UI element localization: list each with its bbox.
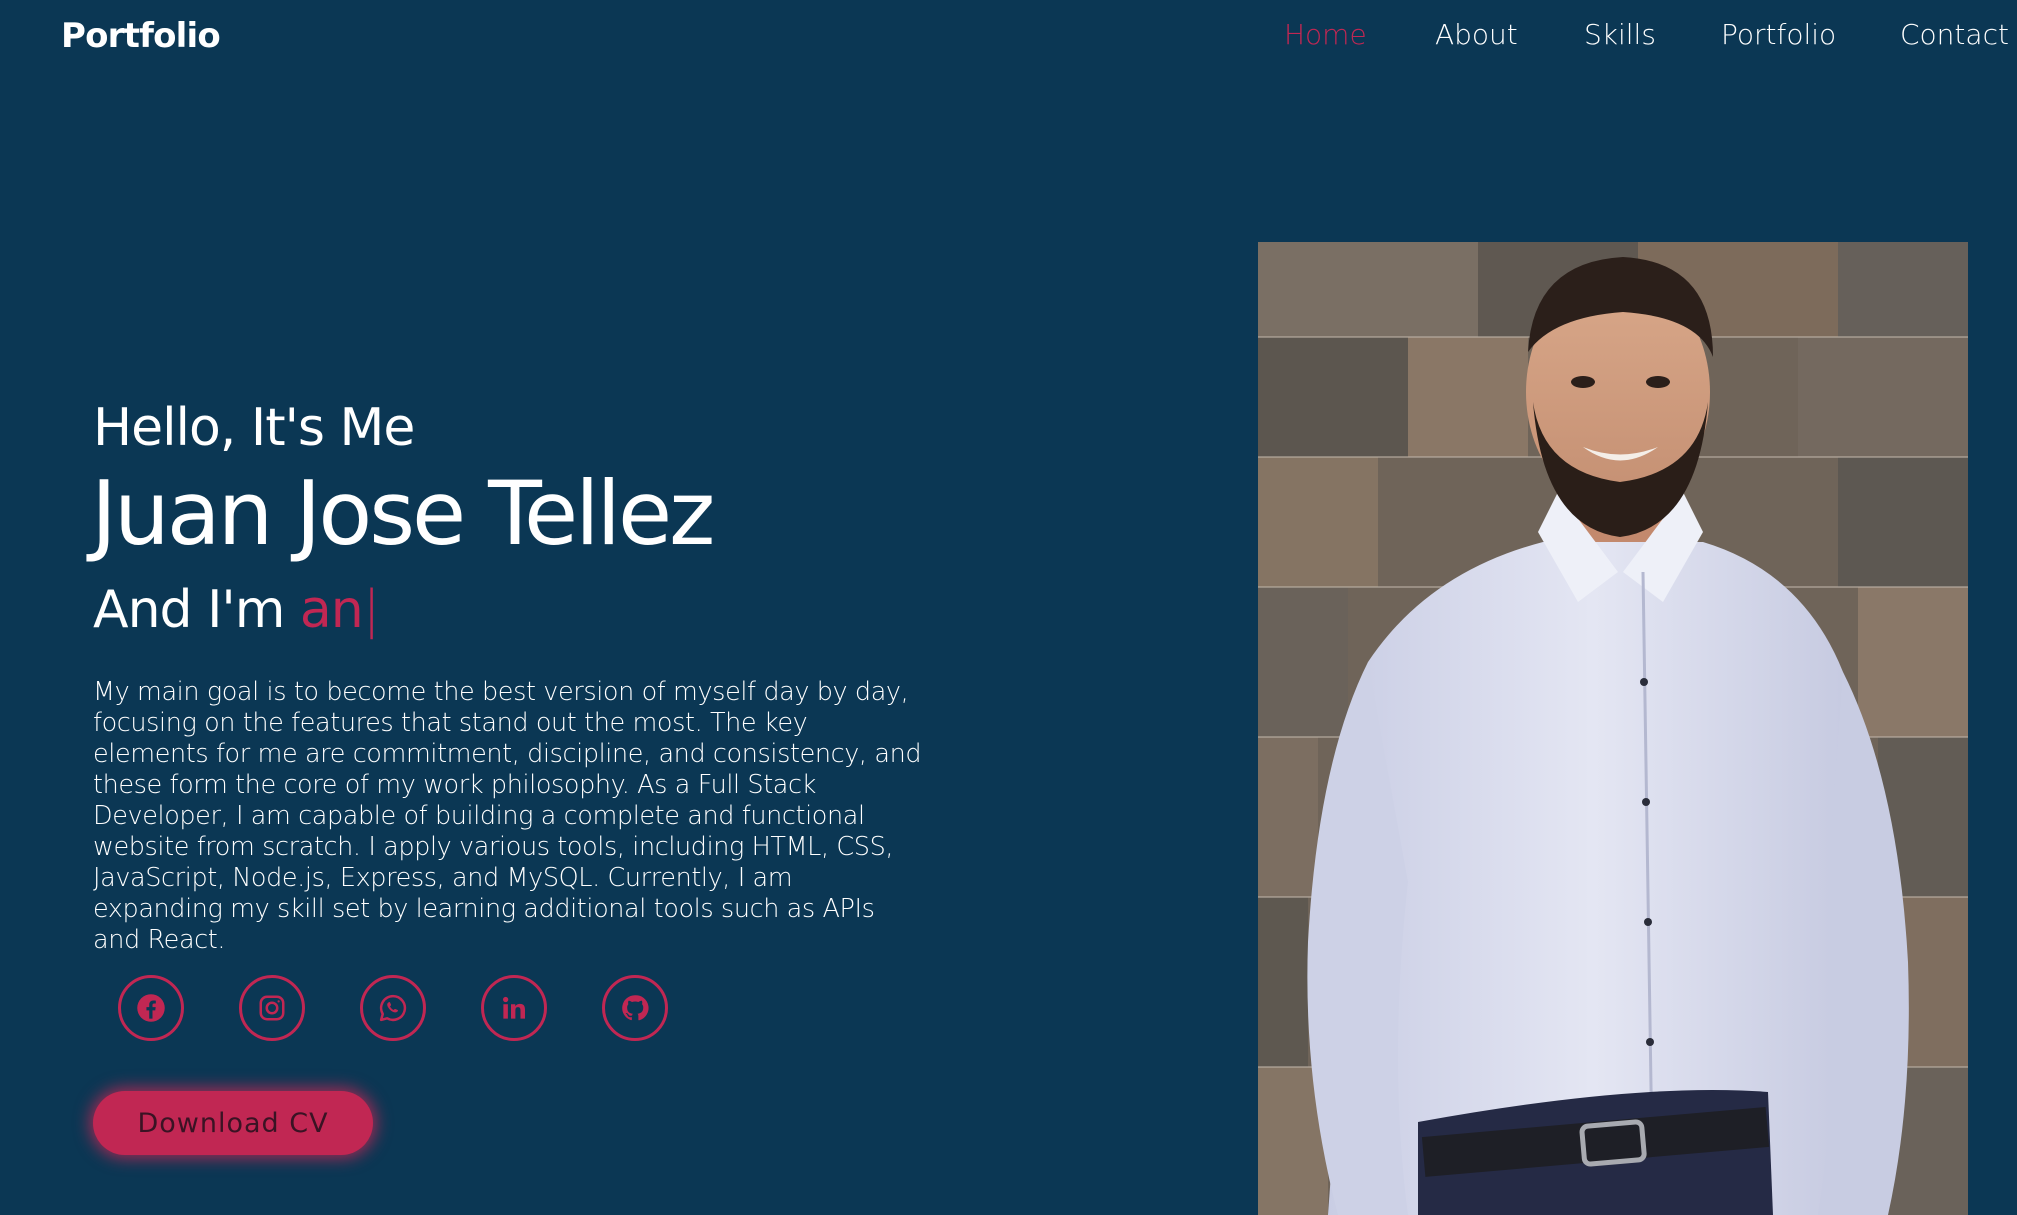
facebook-link[interactable]: [118, 975, 184, 1041]
linkedin-link[interactable]: [481, 975, 547, 1041]
typing-cursor: |: [362, 580, 381, 640]
role-line: And I'm an|: [93, 580, 381, 640]
github-link[interactable]: [602, 975, 668, 1041]
logo[interactable]: Portfolio: [61, 16, 221, 56]
profile-photo: [1258, 242, 1968, 1215]
nav-portfolio[interactable]: Portfolio: [1721, 18, 1836, 51]
whatsapp-icon: [379, 994, 407, 1022]
facebook-icon: [137, 994, 165, 1022]
page: Portfolio Home About Skills Portfolio Co…: [0, 0, 2017, 1215]
instagram-icon: [259, 995, 285, 1021]
nav-home[interactable]: Home: [1284, 18, 1367, 51]
nav-about[interactable]: About: [1435, 18, 1518, 51]
download-cv-button[interactable]: Download CV: [93, 1091, 373, 1155]
greeting: Hello, It's Me: [93, 398, 415, 458]
linkedin-icon: [503, 996, 525, 1019]
bio-paragraph: My main goal is to become the best versi…: [93, 677, 922, 955]
hero-name: Juan Jose Tellez: [91, 462, 715, 565]
role-typed-text: an: [299, 580, 364, 640]
instagram-link[interactable]: [239, 975, 305, 1041]
nav-contact[interactable]: Contact: [1900, 18, 2009, 51]
whatsapp-link[interactable]: [360, 975, 426, 1041]
nav-skills[interactable]: Skills: [1584, 18, 1656, 51]
role-prefix: And I'm: [93, 580, 300, 640]
github-icon: [622, 995, 649, 1021]
